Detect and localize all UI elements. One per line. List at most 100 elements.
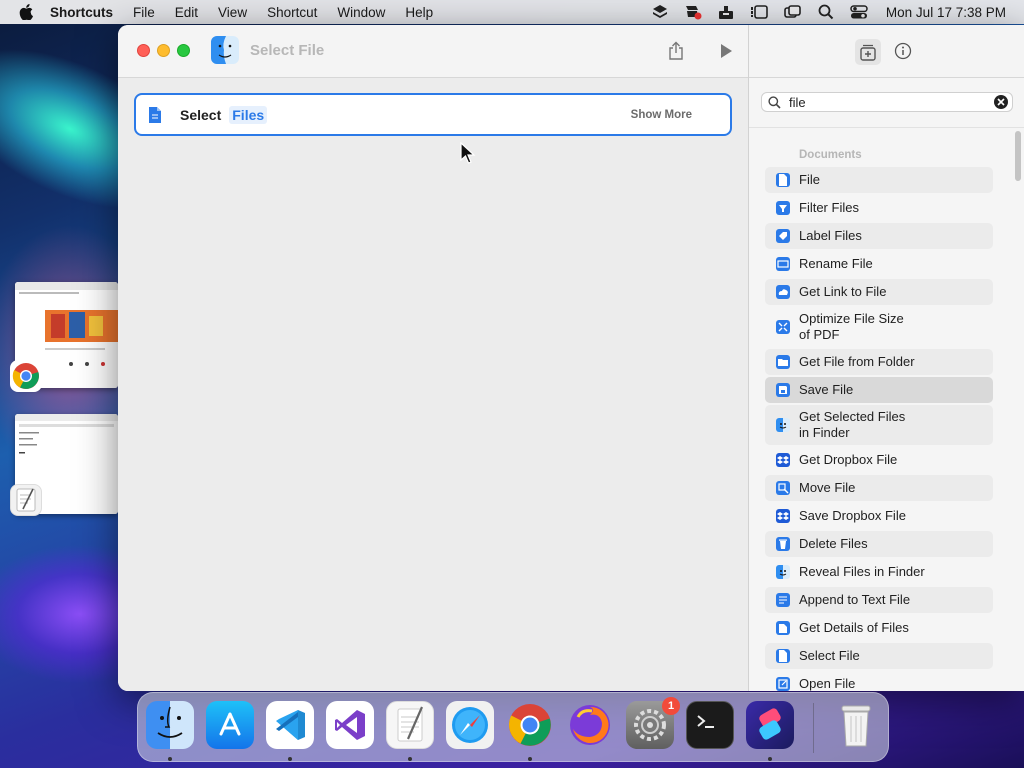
menu-bar: Shortcuts File Edit View Shortcut Window… xyxy=(0,0,1024,24)
minimize-window-button[interactable] xyxy=(157,44,170,57)
menu-file[interactable]: File xyxy=(133,5,155,20)
menu-edit[interactable]: Edit xyxy=(175,5,198,20)
dock-shortcuts-icon[interactable] xyxy=(746,701,794,749)
dock-terminal-icon[interactable] xyxy=(686,701,734,749)
action-label: Select xyxy=(180,106,222,123)
select-files-action[interactable]: Select Files Show More xyxy=(134,93,732,136)
menu-clock[interactable]: Mon Jul 17 7:38 PM xyxy=(886,5,1006,20)
cloud-icon xyxy=(776,285,790,299)
layers-status-icon[interactable] xyxy=(652,4,668,20)
menu-window[interactable]: Window xyxy=(337,5,385,20)
action-item-rename-file[interactable]: Rename File xyxy=(765,251,993,277)
share-icon[interactable] xyxy=(664,39,688,63)
sidebar-separator xyxy=(749,127,1024,128)
dock-safari-icon[interactable] xyxy=(446,701,494,749)
action-item-move-file[interactable]: Move File xyxy=(765,475,993,501)
action-item-label: Save File xyxy=(799,382,854,397)
show-more-button[interactable]: Show More xyxy=(631,109,692,121)
action-item-get-file-from-folder[interactable]: Get File from Folder xyxy=(765,349,993,375)
rename-icon xyxy=(776,257,790,271)
display-status-icon[interactable] xyxy=(784,4,802,20)
action-item-file[interactable]: File xyxy=(765,167,993,193)
dropbox-icon xyxy=(776,509,790,523)
info-icon[interactable] xyxy=(891,39,915,63)
filter-icon xyxy=(776,201,790,215)
action-item-label: Get Link to File xyxy=(799,284,887,299)
action-item-save-file[interactable]: Save File xyxy=(765,377,993,403)
search-query-text: file xyxy=(789,94,806,110)
action-list: File Filter Files Label Files Rename File Ge… xyxy=(765,167,993,691)
dock-running-indicator xyxy=(408,757,412,761)
dock-firefox-icon[interactable] xyxy=(566,701,614,749)
editor-canvas[interactable]: Select Files Show More xyxy=(118,78,748,691)
compress-icon xyxy=(776,320,790,334)
action-search-field[interactable]: file xyxy=(761,92,1013,112)
action-item-filter-files[interactable]: Filter Files xyxy=(765,195,993,221)
action-item-get-link-to-file[interactable]: Get Link to File xyxy=(765,279,993,305)
action-item-label: Filter Files xyxy=(799,200,859,215)
action-item-label: Optimize File Size of PDF xyxy=(799,311,904,342)
action-item-label: Move File xyxy=(799,480,856,495)
notification-badge: 1 xyxy=(662,697,680,715)
doc-icon xyxy=(776,173,790,187)
folder-icon xyxy=(776,355,790,369)
finder-icon[interactable] xyxy=(211,36,239,64)
dock-running-indicator xyxy=(168,757,172,761)
dock-running-indicator xyxy=(768,757,772,761)
action-item-label: Save Dropbox File xyxy=(799,508,906,523)
chrome-stage-icon[interactable] xyxy=(10,360,42,392)
search-icon xyxy=(768,95,781,109)
action-item-label: Rename File xyxy=(799,256,873,271)
desktop-wallpaper xyxy=(0,24,118,768)
action-item-label: Delete Files xyxy=(799,536,868,551)
dock-running-indicator xyxy=(528,757,532,761)
menu-app-name[interactable]: Shortcuts xyxy=(50,5,113,20)
action-item-save-dropbox-file[interactable]: Save Dropbox File xyxy=(765,503,993,529)
action-item-label: Append to Text File xyxy=(799,592,911,607)
scrollbar-thumb[interactable] xyxy=(1015,131,1021,181)
spotlight-search-icon[interactable] xyxy=(818,4,834,20)
action-item-get-dropbox-file[interactable]: Get Dropbox File xyxy=(765,447,993,473)
action-library-icon[interactable] xyxy=(855,39,881,65)
clear-search-icon[interactable] xyxy=(994,95,1008,109)
action-item-label: Get Selected Files in Finder xyxy=(799,409,906,440)
textedit-stage-icon[interactable] xyxy=(10,484,42,516)
dock-running-indicator xyxy=(288,757,292,761)
dock-trash-icon[interactable] xyxy=(832,701,880,749)
stage-manager-icon[interactable] xyxy=(750,4,768,20)
control-center-icon[interactable] xyxy=(850,4,868,20)
action-item-delete-files[interactable]: Delete Files xyxy=(765,531,993,557)
dock-chrome-icon[interactable] xyxy=(506,701,554,749)
action-item-append-to-text-file[interactable]: Append to Text File xyxy=(765,587,993,613)
files-parameter[interactable]: Files xyxy=(229,105,268,124)
script-status-icon[interactable] xyxy=(684,4,702,20)
dock-finder-icon[interactable] xyxy=(146,701,194,749)
dock-visual-studio-icon[interactable] xyxy=(326,701,374,749)
mouse-cursor-icon xyxy=(460,142,476,164)
dock-system-settings-icon[interactable]: 1 xyxy=(626,697,680,749)
action-item-get-details-of-files[interactable]: Get Details of Files xyxy=(765,615,993,641)
run-icon[interactable] xyxy=(714,39,738,63)
dock-textedit-icon[interactable] xyxy=(386,701,434,749)
dock-vscode-icon[interactable] xyxy=(266,701,314,749)
dock-app-store-icon[interactable] xyxy=(206,701,254,749)
action-item-open-file[interactable]: Open File xyxy=(765,671,993,691)
menu-view[interactable]: View xyxy=(218,5,247,20)
action-item-label: Reveal Files in Finder xyxy=(799,564,925,579)
action-item-get-selected-files-in-finder[interactable]: Get Selected Files in Finder xyxy=(765,405,993,445)
action-item-reveal-files-in-finder[interactable]: Reveal Files in Finder xyxy=(765,559,993,585)
action-item-optimize-file-size-of-pdf[interactable]: Optimize File Size of PDF xyxy=(765,307,993,347)
maximize-window-button[interactable] xyxy=(177,44,190,57)
apple-menu-icon[interactable] xyxy=(18,4,34,20)
sidebar-scrollbar[interactable] xyxy=(1014,129,1022,691)
document-icon xyxy=(148,106,164,124)
dock: 1 xyxy=(137,692,889,762)
inbox-status-icon[interactable] xyxy=(718,4,734,20)
action-item-label-files[interactable]: Label Files xyxy=(765,223,993,249)
dropbox-icon xyxy=(776,453,790,467)
menu-shortcut[interactable]: Shortcut xyxy=(267,5,317,20)
dock-separator xyxy=(813,703,814,753)
action-item-select-file[interactable]: Select File xyxy=(765,643,993,669)
close-window-button[interactable] xyxy=(137,44,150,57)
menu-help[interactable]: Help xyxy=(405,5,433,20)
